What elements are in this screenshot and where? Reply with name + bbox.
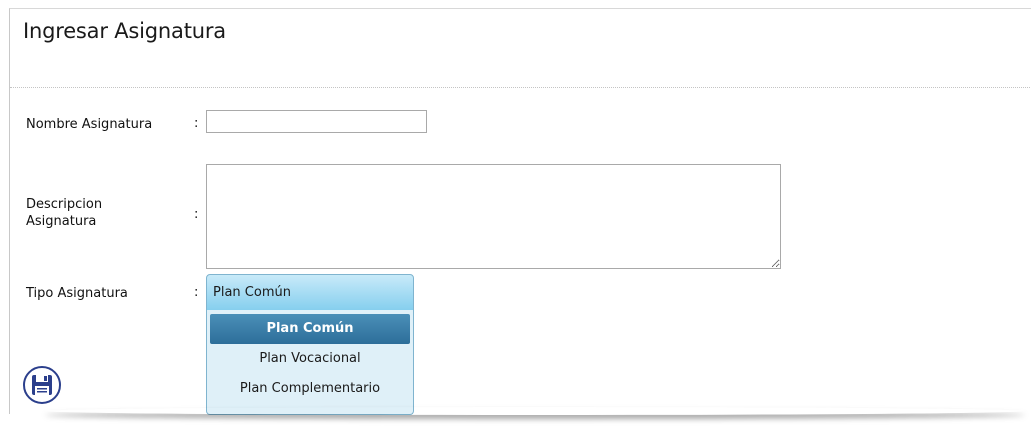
nombre-asignatura-input[interactable]	[206, 110, 427, 133]
descripcion-colon: :	[194, 207, 199, 222]
option-plan-vocacional[interactable]: Plan Vocacional	[210, 344, 410, 374]
nombre-label: Nombre Asignatura	[26, 117, 153, 132]
descripcion-label-line1: Descripcion	[26, 197, 103, 212]
option-plan-complementario[interactable]: Plan Complementario	[210, 374, 410, 404]
tipo-label: Tipo Asignatura	[26, 286, 128, 301]
descripcion-asignatura-textarea[interactable]	[206, 164, 781, 269]
nombre-colon: :	[194, 116, 199, 131]
tipo-dropdown-list: Plan Común Plan Vocacional Plan Compleme…	[206, 310, 414, 415]
floppy-disk-icon	[32, 375, 52, 395]
panel-bottom-shadow	[45, 407, 1025, 415]
option-plan-comun[interactable]: Plan Común	[210, 314, 410, 344]
page-title: Ingresar Asignatura	[23, 19, 226, 43]
tipo-selected-value: Plan Común	[213, 285, 291, 300]
title-separator	[10, 87, 1031, 88]
save-button[interactable]	[23, 366, 61, 404]
descripcion-label: Descripcion Asignatura	[26, 196, 102, 230]
tipo-asignatura-select[interactable]: Plan Común	[206, 274, 414, 311]
descripcion-label-line2: Asignatura	[26, 214, 97, 229]
tipo-colon: :	[194, 285, 199, 300]
form-panel: Ingresar Asignatura Nombre Asignatura : …	[9, 8, 1031, 415]
